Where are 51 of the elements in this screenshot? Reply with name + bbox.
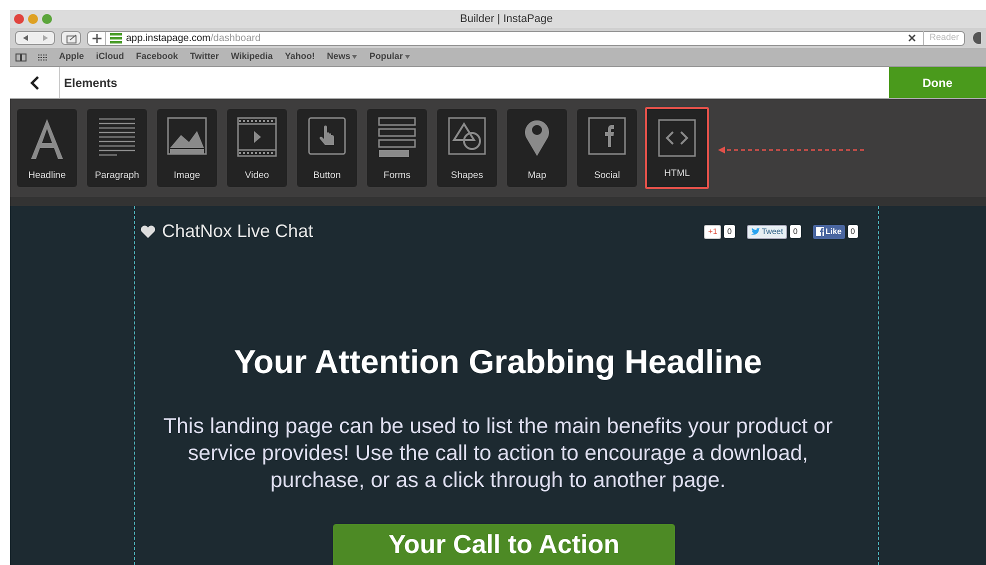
back-icon[interactable] (30, 76, 40, 90)
window-title: Builder | InstaPage (460, 12, 553, 27)
element-tile[interactable]: Shapes (437, 109, 497, 187)
panel-title: Elements (63, 74, 118, 92)
clear-icon[interactable] (907, 33, 918, 43)
share-count: 0 (790, 225, 801, 238)
form-fields-icon (378, 117, 416, 157)
bookmark-link[interactable]: Yahoo! (284, 50, 315, 64)
element-tile[interactable]: Headline (17, 109, 77, 187)
image-icon (167, 117, 207, 155)
hand-pointer-icon (308, 117, 346, 155)
url-text[interactable]: app.instapage.com/dashboard (126, 30, 908, 46)
element-tile[interactable]: Map (507, 109, 567, 187)
bookmark-link[interactable]: iCloud (96, 50, 124, 64)
close-icon[interactable] (14, 14, 24, 24)
heart-icon (140, 224, 156, 238)
facebook-icon (816, 227, 824, 236)
bookmark-link[interactable]: Facebook (136, 50, 178, 64)
shapes-icon (448, 117, 486, 155)
element-tile[interactable]: Video (227, 109, 287, 187)
call-to-action-button[interactable]: Your Call to Action (333, 524, 675, 565)
bookmark-link[interactable]: Twitter (190, 50, 219, 64)
grid-icon[interactable] (37, 52, 49, 62)
headline: Your Attention Grabbing Headline (234, 342, 762, 382)
bookmark-link[interactable]: Apple (59, 50, 84, 64)
body-text: This landing page can be used to list the main benefits your product or service provides! Use the call to action to encourage a download, purchase, or as a click through to another page. (162, 412, 834, 494)
site-logo-icon (109, 32, 123, 44)
done-button[interactable]: Done (889, 67, 986, 98)
share-count: 0 (848, 225, 858, 238)
element-tile[interactable]: Social (577, 109, 637, 187)
element-tile[interactable]: HTML (645, 107, 709, 189)
brand-name: ChatNox Live Chat (162, 220, 314, 243)
element-tile[interactable]: Forms (367, 109, 427, 187)
bookmark-link[interactable]: Wikipedia (230, 50, 273, 64)
share-count: 0 (724, 225, 735, 238)
element-tile[interactable]: Paragraph (87, 109, 147, 187)
book-icon[interactable] (15, 52, 27, 62)
share-button[interactable]: Like (812, 224, 845, 238)
share-button[interactable]: +1 (704, 224, 722, 238)
share-icon[interactable] (61, 31, 81, 45)
share-button[interactable]: Tweet (746, 224, 788, 238)
bird-icon (750, 228, 760, 236)
bookmark-link[interactable]: News (326, 50, 358, 64)
bookmark-link[interactable]: Popular (369, 50, 410, 64)
back-forward-buttons[interactable] (15, 31, 55, 45)
download-icon[interactable] (971, 31, 981, 45)
film-icon (237, 117, 277, 157)
element-tile[interactable]: Image (157, 109, 217, 187)
code-brackets-icon (658, 119, 696, 157)
element-tile[interactable]: Button (297, 109, 357, 187)
facebook-icon (588, 117, 626, 155)
